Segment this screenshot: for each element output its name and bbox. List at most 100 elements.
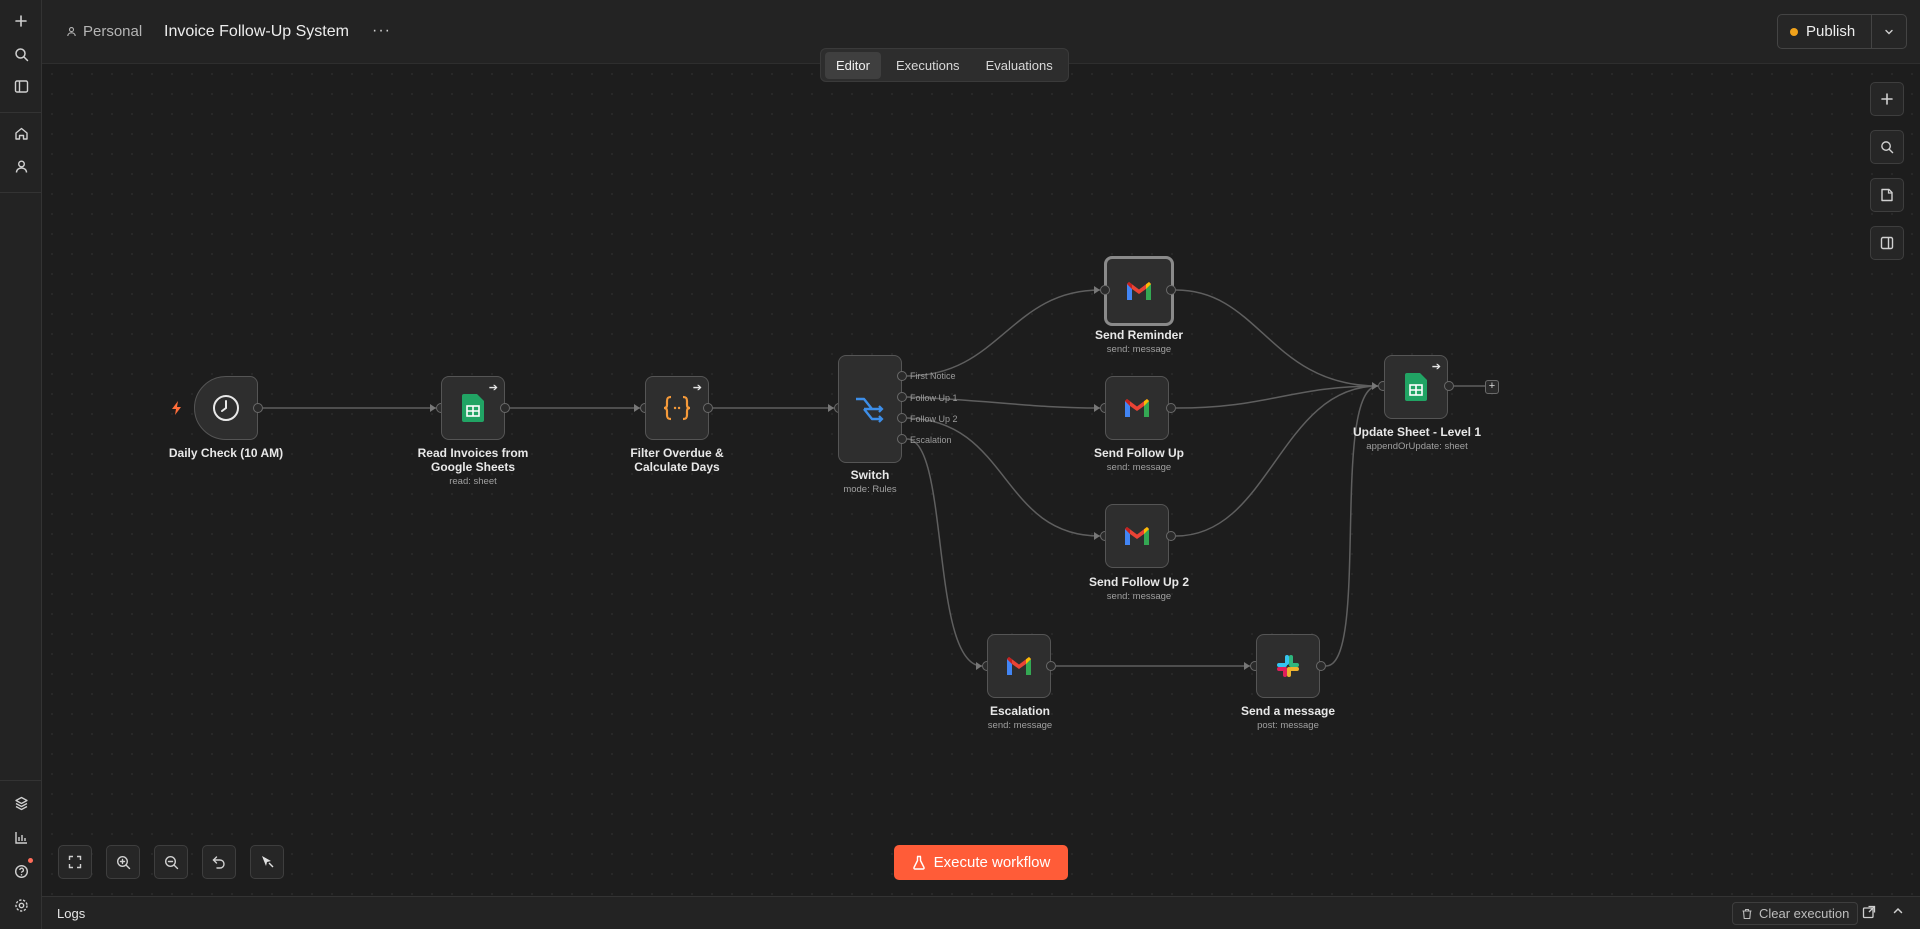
gmail-icon	[1007, 657, 1031, 675]
node-subtitle: appendOrUpdate: sheet	[1366, 441, 1468, 452]
node-label: Filter Overdue &	[630, 446, 724, 460]
google-sheets-icon	[462, 394, 484, 422]
node-read-invoices[interactable]: ➔	[441, 376, 505, 440]
tab-evaluations[interactable]: Evaluations	[975, 52, 1064, 79]
home-icon[interactable]	[9, 121, 33, 145]
node-subtitle: send: message	[1106, 462, 1172, 473]
undo-icon	[212, 856, 225, 869]
output-label: First Notice	[910, 371, 956, 381]
output-handle-first-notice[interactable]	[897, 371, 907, 381]
view-tabs: Editor Executions Evaluations	[820, 48, 1069, 82]
arrow-right-icon: ➔	[692, 382, 702, 394]
toggle-sidebar-icon[interactable]	[9, 74, 33, 98]
search-nodes-button[interactable]	[1870, 130, 1904, 164]
output-handle[interactable]	[1166, 531, 1176, 541]
output-handle[interactable]	[1046, 661, 1056, 671]
node-daily-check[interactable]	[194, 376, 258, 440]
node-send-slack-message[interactable]	[1256, 634, 1320, 698]
sticky-note-icon	[1881, 188, 1893, 202]
user-icon[interactable]	[9, 154, 33, 178]
add-icon[interactable]	[9, 9, 33, 33]
user-small-icon	[67, 27, 76, 37]
zoom-out-button[interactable]	[154, 845, 188, 879]
clear-execution-label: Clear execution	[1759, 906, 1850, 921]
insights-chart-icon[interactable]	[9, 825, 33, 849]
flask-icon	[912, 855, 925, 870]
node-label: Escalation	[989, 704, 1051, 718]
output-handle[interactable]	[1316, 661, 1326, 671]
output-handle[interactable]	[1444, 381, 1454, 391]
chevron-down-icon[interactable]	[1872, 26, 1906, 38]
output-handle-follow-up-1[interactable]	[897, 392, 907, 402]
node-escalation[interactable]	[987, 634, 1051, 698]
templates-icon[interactable]	[9, 791, 33, 815]
execute-workflow-button[interactable]: Execute workflow	[894, 845, 1068, 880]
search-icon[interactable]	[9, 42, 33, 66]
switch-icon	[856, 397, 884, 423]
logs-panel-bar[interactable]: Logs Clear execution	[42, 896, 1920, 929]
settings-gear-icon[interactable]	[9, 893, 33, 917]
undo-button[interactable]	[202, 845, 236, 879]
add-node-plus-icon[interactable]: +	[1485, 380, 1499, 394]
node-send-follow-up-2[interactable]	[1105, 504, 1169, 568]
publish-label: Publish	[1806, 23, 1856, 40]
node-update-sheet[interactable]: ➔	[1384, 355, 1448, 419]
node-subtitle: read: sheet	[449, 476, 497, 487]
output-handle[interactable]	[500, 403, 510, 413]
node-label: Send Follow Up	[1094, 446, 1184, 460]
pop-out-icon[interactable]	[1862, 905, 1876, 924]
plus-icon	[1881, 93, 1893, 105]
gmail-icon	[1125, 399, 1149, 417]
toggle-panel-button[interactable]	[1870, 226, 1904, 260]
output-handle-follow-up-2[interactable]	[897, 413, 907, 423]
node-filter-overdue[interactable]: ➔	[645, 376, 709, 440]
rail-divider	[0, 192, 42, 193]
output-label: Follow Up 1	[910, 393, 958, 403]
tidy-up-button[interactable]	[250, 845, 284, 879]
breadcrumb-personal[interactable]: Personal	[66, 23, 142, 40]
node-send-reminder[interactable]	[1104, 256, 1174, 326]
tab-editor[interactable]: Editor	[825, 51, 881, 79]
workflow-title[interactable]: Invoice Follow-Up System	[164, 23, 349, 41]
clear-execution-button[interactable]: Clear execution	[1732, 902, 1859, 925]
trigger-bolt-icon	[172, 401, 181, 415]
rail-divider	[0, 112, 42, 113]
input-handle[interactable]	[1100, 285, 1110, 295]
clock-icon	[213, 395, 239, 421]
chevron-up-icon[interactable]	[1891, 904, 1905, 923]
node-subtitle: send: message	[1106, 591, 1172, 602]
logs-title: Logs	[57, 906, 86, 921]
execute-workflow-label: Execute workflow	[933, 854, 1051, 871]
node-label: Send Reminder	[1094, 328, 1184, 342]
code-braces-icon	[663, 395, 691, 421]
publish-button[interactable]: Publish	[1778, 15, 1872, 48]
node-label: Read Invoices from	[417, 446, 529, 460]
zoom-in-icon	[116, 855, 130, 869]
workspace-label: Personal	[83, 23, 143, 40]
fit-view-icon	[68, 855, 82, 869]
left-sidebar	[0, 0, 42, 929]
workflow-canvas[interactable]	[42, 64, 1920, 896]
node-send-follow-up[interactable]	[1105, 376, 1169, 440]
zoom-in-button[interactable]	[106, 845, 140, 879]
app-root: Personal Invoice Follow-Up System ··· Pu…	[0, 0, 1920, 929]
output-handle[interactable]	[1166, 403, 1176, 413]
output-handle[interactable]	[1166, 285, 1176, 295]
node-label: Daily Check (10 AM)	[168, 446, 284, 460]
output-handle[interactable]	[253, 403, 263, 413]
node-subtitle: send: message	[1106, 344, 1172, 355]
trash-icon	[1742, 908, 1752, 919]
arrow-right-icon: ➔	[488, 382, 498, 394]
output-handle-escalation[interactable]	[897, 434, 907, 444]
tab-executions[interactable]: Executions	[885, 52, 971, 79]
node-switch[interactable]	[838, 355, 902, 463]
node-label: Send Follow Up 2	[1088, 575, 1189, 589]
fit-view-button[interactable]	[58, 845, 92, 879]
output-handle[interactable]	[703, 403, 713, 413]
sticky-note-button[interactable]	[1870, 178, 1904, 212]
notification-dot	[28, 858, 33, 863]
arrow-right-icon: ➔	[1431, 361, 1441, 373]
more-options-button[interactable]: ···	[372, 22, 391, 40]
zoom-out-icon	[164, 855, 178, 869]
add-node-button[interactable]	[1870, 82, 1904, 116]
